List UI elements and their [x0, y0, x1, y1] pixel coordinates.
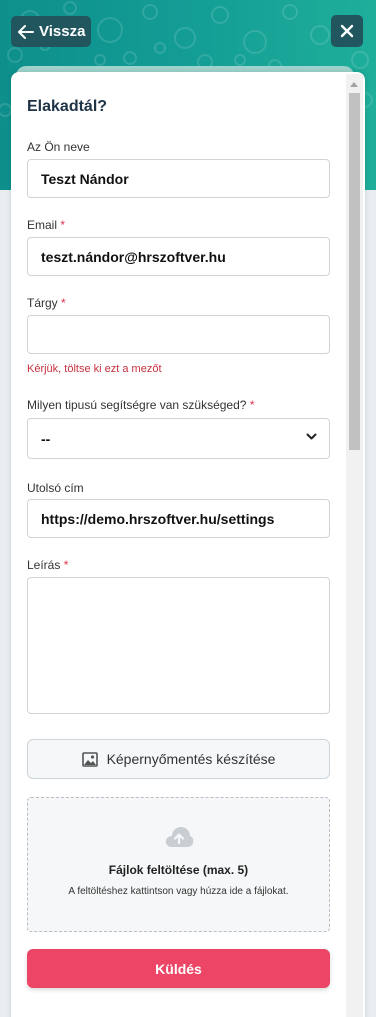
email-field[interactable]: teszt.nándor@hrszoftver.hu [27, 237, 330, 276]
scroll-up-arrow-icon[interactable] [350, 82, 358, 87]
submit-label: Küldés [155, 960, 202, 977]
subject-field[interactable] [27, 315, 330, 354]
last-url-value: https://demo.hrszoftver.hu/settings [41, 510, 275, 527]
screenshot-button[interactable]: Képernyőmentés készítése [27, 739, 330, 779]
required-mark: * [63, 558, 69, 572]
close-button[interactable] [331, 15, 363, 47]
name-value: Teszt Nándor [41, 170, 129, 187]
required-mark: * [249, 398, 255, 412]
arrow-left-icon [18, 24, 34, 39]
help-type-select[interactable]: -- [27, 418, 330, 459]
scrollbar-thumb[interactable] [349, 93, 360, 450]
email-value: teszt.nándor@hrszoftver.hu [41, 248, 226, 265]
description-label: Leírás * [27, 558, 69, 572]
name-field[interactable]: Teszt Nándor [27, 159, 330, 198]
email-label: Email * [27, 218, 66, 232]
cloud-upload-icon [165, 827, 194, 847]
submit-button[interactable]: Küldés [27, 949, 330, 988]
help-type-label: Milyen tipusú segítségre van szükséged? … [27, 398, 255, 412]
chevron-down-icon [306, 433, 317, 440]
back-label: Vissza [39, 23, 86, 40]
upload-title: Fájlok feltöltése (max. 5) [108, 863, 249, 877]
required-mark: * [60, 218, 66, 232]
upload-hint: A feltöltéshez kattintson vagy húzza ide… [68, 886, 289, 897]
close-icon [340, 24, 354, 38]
last-url-field[interactable]: https://demo.hrszoftver.hu/settings [27, 499, 330, 538]
screenshot-label: Képernyőmentés készítése [106, 751, 276, 767]
last-url-label: Utolsó cím [27, 481, 84, 495]
subject-label: Tárgy * [27, 296, 66, 310]
form-title: Elakadtál? [27, 98, 108, 115]
subject-error-message: Kérjük, töltse ki ezt a mezőt [27, 363, 162, 375]
required-mark: * [61, 296, 66, 310]
help-type-value: -- [41, 430, 51, 447]
file-upload-dropzone[interactable]: Fájlok feltöltése (max. 5) A feltöltéshe… [27, 797, 330, 932]
name-label: Az Ön neve [27, 140, 90, 154]
image-icon [81, 751, 98, 767]
description-textarea[interactable] [27, 577, 330, 714]
back-button[interactable]: Vissza [11, 16, 91, 47]
